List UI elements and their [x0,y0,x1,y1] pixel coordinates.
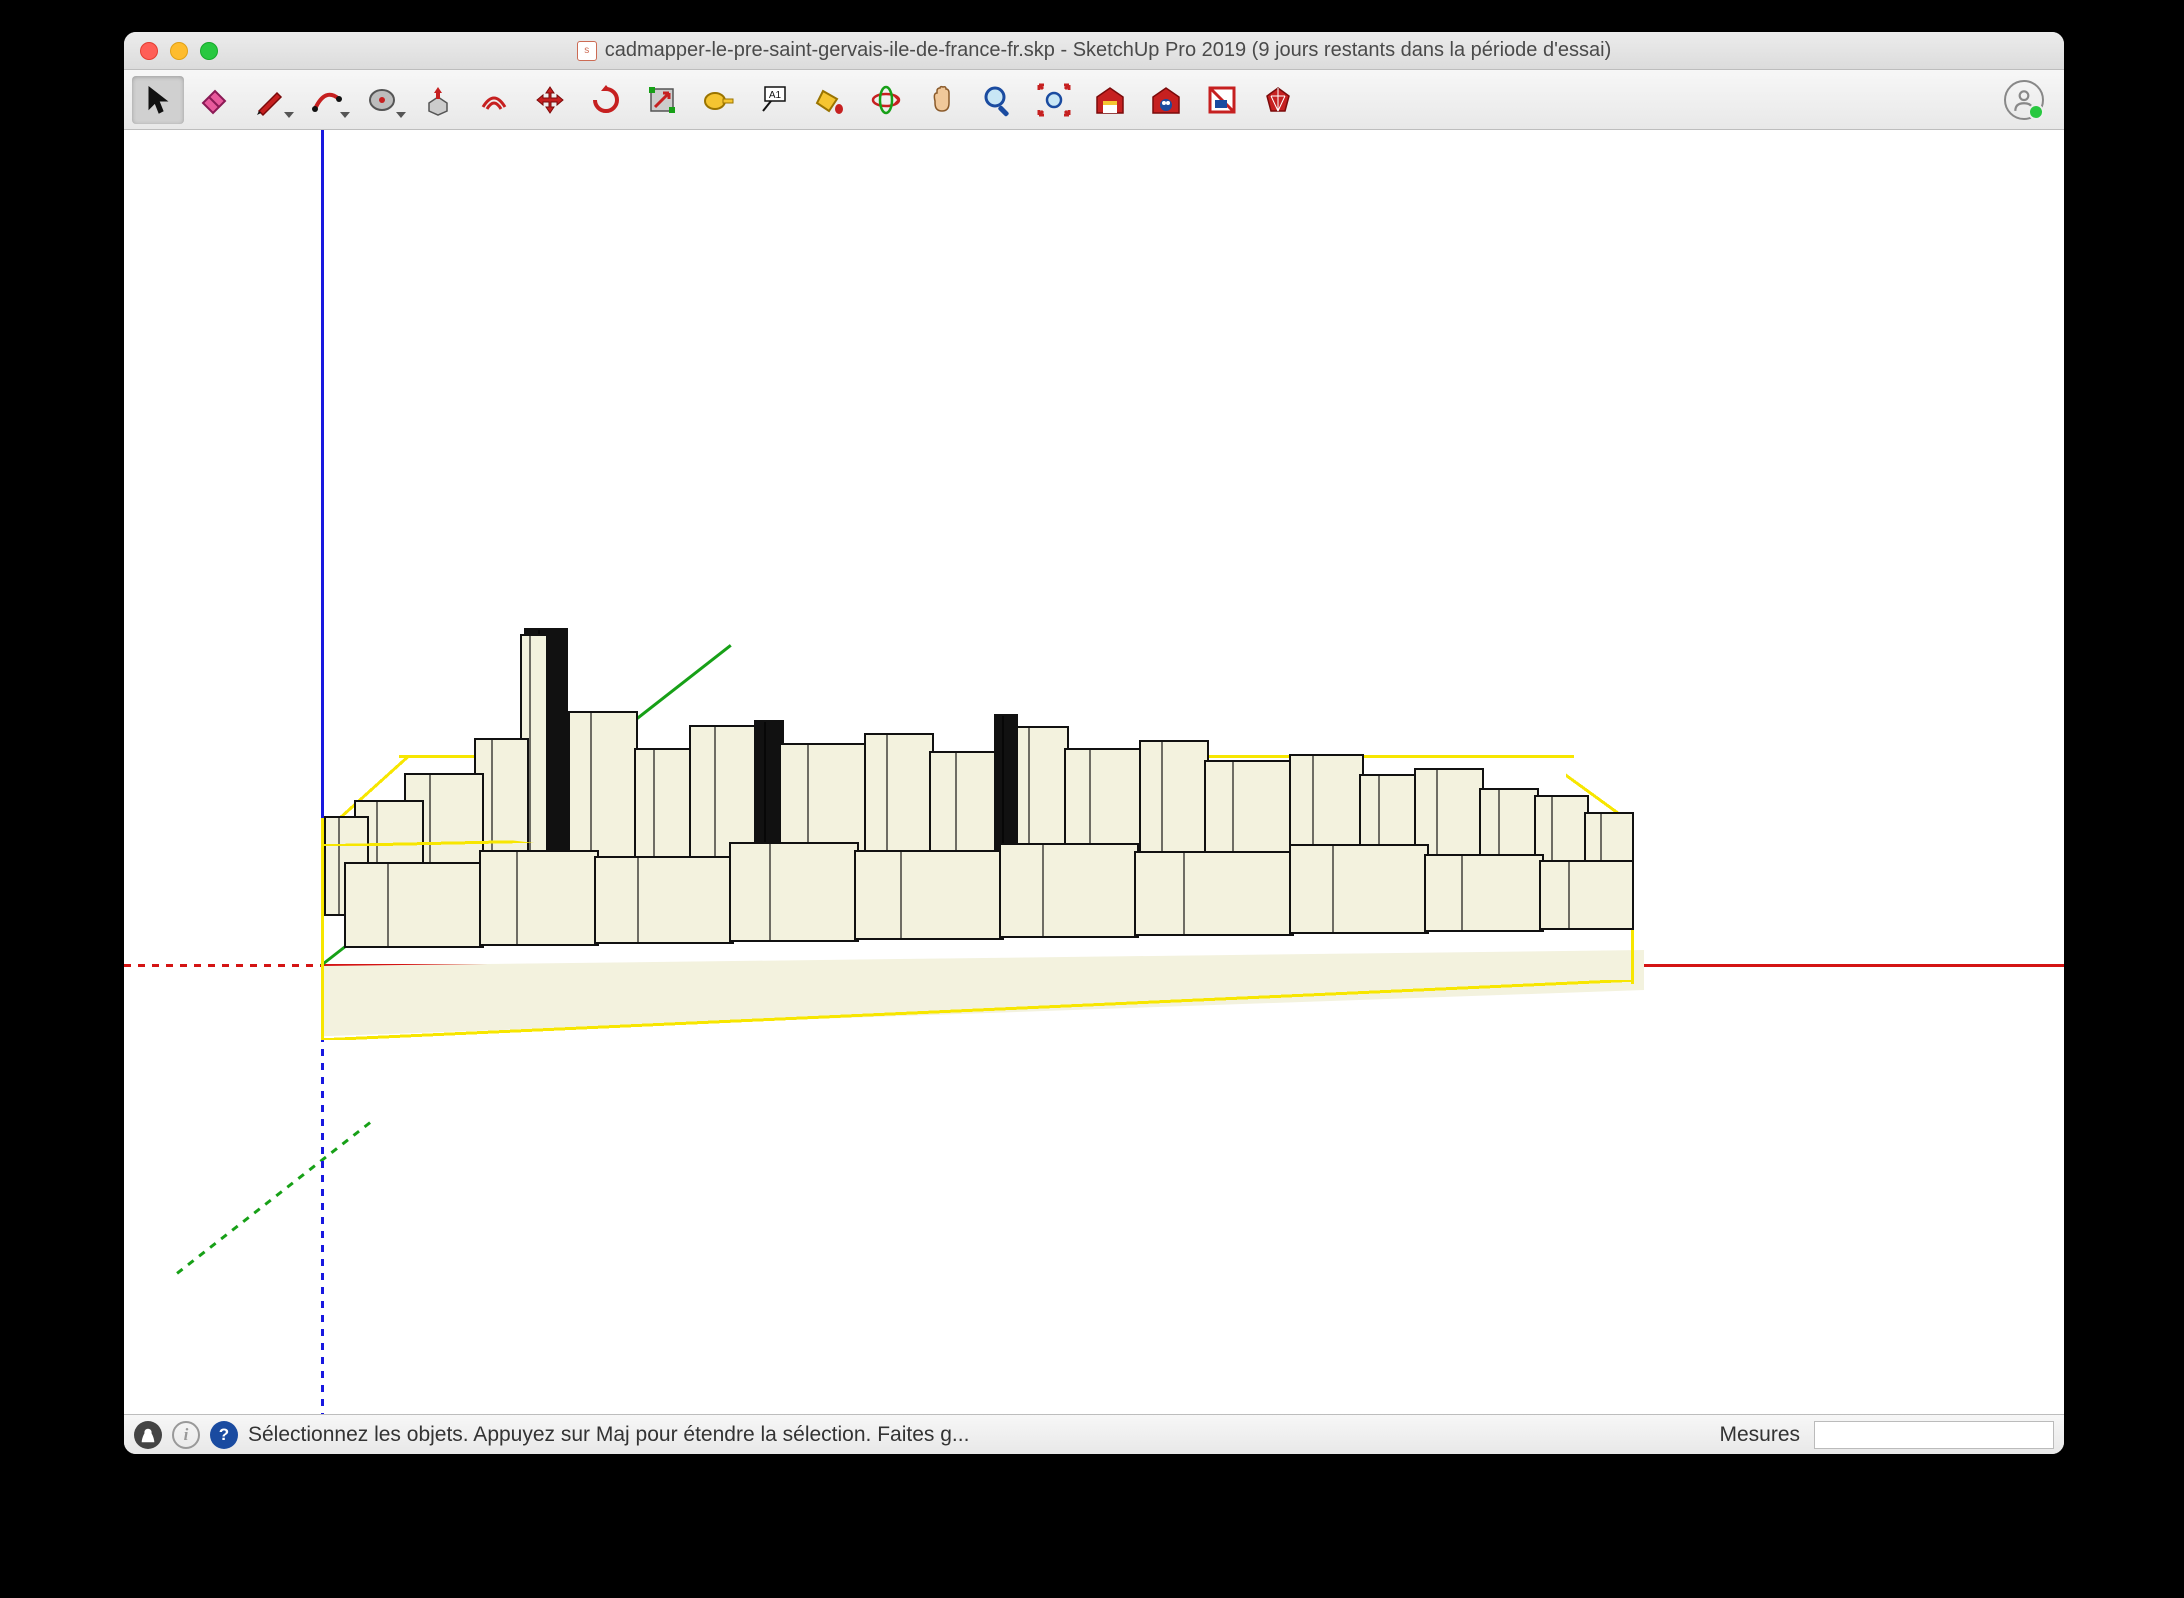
status-hint: Sélectionnez les objets. Appuyez sur Maj… [248,1423,1709,1447]
window-controls [124,42,218,60]
app-window: s cadmapper-le-pre-saint-gervais-ile-de-… [124,32,2064,1454]
user-profile-button[interactable] [2004,80,2044,120]
arc-tool[interactable] [300,76,352,124]
status-bar: i ? Sélectionnez les objets. Appuyez sur… [124,1414,2064,1454]
main-toolbar: A1 [124,70,2064,130]
move-tool[interactable] [524,76,576,124]
pan-tool[interactable] [916,76,968,124]
close-window-button[interactable] [140,42,158,60]
help-icon[interactable]: ? [210,1421,238,1449]
select-tool[interactable] [132,76,184,124]
minimize-window-button[interactable] [170,42,188,60]
profile-status-badge [2028,104,2044,120]
axis-red-negative [124,964,321,967]
axis-green-negative [176,1118,375,1274]
geolocation-icon[interactable] [134,1421,162,1449]
rotate-tool[interactable] [580,76,632,124]
file-type-icon: s [577,41,597,61]
viewport-3d[interactable] [124,130,2064,1414]
tape-measure-tool[interactable] [692,76,744,124]
extension-warehouse-tool[interactable] [1140,76,1192,124]
measures-label: Mesures [1719,1423,1800,1447]
svg-text:A1: A1 [769,90,782,101]
city-model [324,678,1634,988]
scale-tool[interactable] [636,76,688,124]
window-title-text: cadmapper-le-pre-saint-gervais-ile-de-fr… [605,39,1612,62]
layout-tool[interactable] [1196,76,1248,124]
zoom-extents-tool[interactable] [1028,76,1080,124]
text-tool[interactable]: A1 [748,76,800,124]
orbit-tool[interactable] [860,76,912,124]
offset-tool[interactable] [468,76,520,124]
ruby-tool[interactable] [1252,76,1304,124]
draw-tool[interactable] [244,76,296,124]
measures-input[interactable] [1814,1421,2054,1449]
zoom-window-button[interactable] [200,42,218,60]
eraser-tool[interactable] [188,76,240,124]
titlebar: s cadmapper-le-pre-saint-gervais-ile-de-… [124,32,2064,70]
pushpull-tool[interactable] [412,76,464,124]
credits-icon[interactable]: i [172,1421,200,1449]
warehouse-tool[interactable] [1084,76,1136,124]
window-title: s cadmapper-le-pre-saint-gervais-ile-de-… [124,39,2064,62]
shape-tool[interactable] [356,76,408,124]
zoom-tool[interactable] [972,76,1024,124]
selection-bbox-edge [324,980,1632,1040]
paint-bucket-tool[interactable] [804,76,856,124]
